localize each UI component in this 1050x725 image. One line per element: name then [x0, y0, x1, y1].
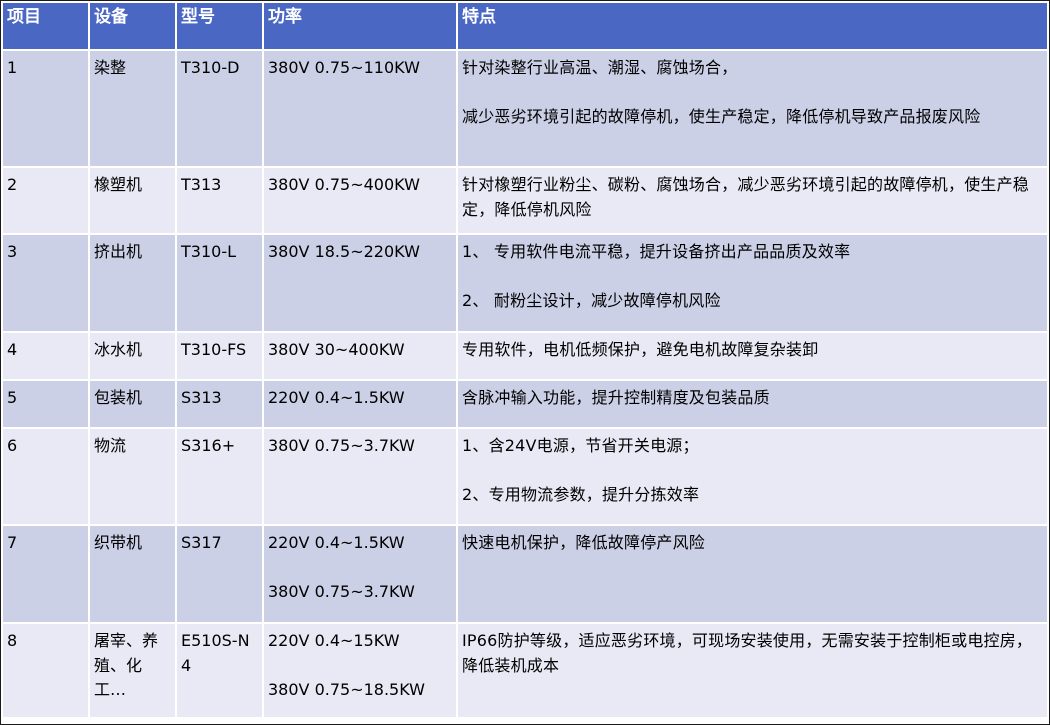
cell-device: 染整 [90, 51, 177, 168]
feature-line: 含脉冲输入功能，提升控制精度及包装品质 [462, 388, 770, 407]
cell-item: 2 [3, 168, 90, 235]
table-row: 4 冰水机 T310-FS 380V 30~400KW 专用软件，电机低频保护，… [3, 333, 1047, 381]
cell-device: 包装机 [90, 381, 177, 429]
cell-device: 冰水机 [90, 333, 177, 381]
feature-line: 专用软件，电机低频保护，避免电机故障复杂装卸 [462, 340, 819, 359]
cell-model: T310-FS [177, 333, 264, 381]
cell-model: S313 [177, 381, 264, 429]
power-line: 220V 0.4~1.5KW [268, 388, 405, 407]
power-line: 380V 0.75~18.5KW [268, 679, 425, 699]
cell-features: 含脉冲输入功能，提升控制精度及包装品质 [458, 381, 1047, 429]
cell-features: 快速电机保护，降低故障停产风险 [458, 526, 1047, 624]
cell-device: 橡塑机 [90, 168, 177, 235]
header-device: 设备 [90, 3, 177, 51]
cell-power: 380V 30~400KW [264, 333, 458, 381]
table-header-row: 项目 设备 型号 功率 特点 [3, 3, 1047, 51]
table-row: 6 物流 S316+ 380V 0.75~3.7KW 1、含24V电源，节省开关… [3, 429, 1047, 526]
table-row: 3 挤出机 T310-L 380V 18.5~220KW 1、 专用软件电流平稳… [3, 235, 1047, 333]
table-row: 1 染整 T310-D 380V 0.75~110KW 针对染整行业高温、潮湿、… [3, 51, 1047, 168]
cell-item: 5 [3, 381, 90, 429]
cell-item: 7 [3, 526, 90, 624]
cell-power: 380V 0.75~400KW [264, 168, 458, 235]
power-line: 380V 0.75~3.7KW [268, 581, 415, 601]
cell-power: 220V 0.4~1.5KW [264, 381, 458, 429]
cell-item: 3 [3, 235, 90, 333]
cell-device: 织带机 [90, 526, 177, 624]
cell-device: 屠宰、养殖、化工… [90, 624, 177, 719]
feature-line: 1、 专用软件电流平稳，提升设备挤出产品品质及效率 [462, 242, 851, 261]
power-line: 380V 30~400KW [268, 340, 405, 359]
header-model: 型号 [177, 3, 264, 51]
cell-model: T313 [177, 168, 264, 235]
feature-line: 2、专用物流参数，提升分拣效率 [462, 484, 700, 504]
cell-power: 380V 0.75~3.7KW [264, 429, 458, 526]
cell-power: 220V 0.4~15KW 380V 0.75~18.5KW [264, 624, 458, 719]
power-line: 380V 0.75~400KW [268, 175, 420, 194]
cell-power: 380V 18.5~220KW [264, 235, 458, 333]
feature-line: 针对橡塑行业粉尘、碳粉、腐蚀场合，减少恶劣环境引起的故障停机，使生产稳定，降低停… [462, 175, 1030, 219]
cell-item: 1 [3, 51, 90, 168]
table-row: 2 橡塑机 T313 380V 0.75~400KW 针对橡塑行业粉尘、碳粉、腐… [3, 168, 1047, 235]
cell-device: 挤出机 [90, 235, 177, 333]
cell-features: IP66防护等级，适应恶劣环境，可现场安装使用，无需安装于控制柜或电控房，降低装… [458, 624, 1047, 719]
cell-item: 8 [3, 624, 90, 719]
power-line: 220V 0.4~1.5KW [268, 533, 405, 552]
feature-line: 快速电机保护，降低故障停产风险 [462, 533, 706, 552]
slide-frame: 项目 设备 型号 功率 特点 1 染整 T310-D 380V 0.75~110… [0, 0, 1050, 725]
cell-features: 针对染整行业高温、潮湿、腐蚀场合， 减少恶劣环境引起的故障停机，使生产稳定，降低… [458, 51, 1047, 168]
product-spec-table: 项目 设备 型号 功率 特点 1 染整 T310-D 380V 0.75~110… [3, 3, 1047, 719]
table-row: 5 包装机 S313 220V 0.4~1.5KW 含脉冲输入功能，提升控制精度… [3, 381, 1047, 429]
cell-item: 4 [3, 333, 90, 381]
power-line: 220V 0.4~15KW [268, 631, 400, 650]
feature-line: IP66防护等级，适应恶劣环境，可现场安装使用，无需安装于控制柜或电控房，降低装… [462, 631, 1033, 675]
header-power: 功率 [264, 3, 458, 51]
feature-line: 1、含24V电源，节省开关电源； [462, 436, 699, 455]
cell-device: 物流 [90, 429, 177, 526]
power-line: 380V 0.75~110KW [268, 58, 420, 77]
cell-power: 380V 0.75~110KW [264, 51, 458, 168]
table-row: 8 屠宰、养殖、化工… E510S-N4 220V 0.4~15KW 380V … [3, 624, 1047, 719]
power-line: 380V 18.5~220KW [268, 242, 420, 261]
cell-item: 6 [3, 429, 90, 526]
cell-model: T310-L [177, 235, 264, 333]
cell-model: T310-D [177, 51, 264, 168]
feature-line: 2、 耐粉尘设计，减少故障停机风险 [462, 290, 721, 310]
cell-features: 针对橡塑行业粉尘、碳粉、腐蚀场合，减少恶劣环境引起的故障停机，使生产稳定，降低停… [458, 168, 1047, 235]
power-line: 380V 0.75~3.7KW [268, 436, 415, 455]
cell-model: E510S-N4 [177, 624, 264, 719]
header-item: 项目 [3, 3, 90, 51]
cell-features: 专用软件，电机低频保护，避免电机故障复杂装卸 [458, 333, 1047, 381]
table-row: 7 织带机 S317 220V 0.4~1.5KW 380V 0.75~3.7K… [3, 526, 1047, 624]
cell-power: 220V 0.4~1.5KW 380V 0.75~3.7KW [264, 526, 458, 624]
header-features: 特点 [458, 3, 1047, 51]
feature-line: 减少恶劣环境引起的故障停机，使生产稳定，降低停机导致产品报废风险 [462, 106, 981, 126]
feature-line: 针对染整行业高温、潮湿、腐蚀场合， [462, 58, 738, 77]
cell-features: 1、 专用软件电流平稳，提升设备挤出产品品质及效率 2、 耐粉尘设计，减少故障停… [458, 235, 1047, 333]
cell-model: S316+ [177, 429, 264, 526]
cell-model: S317 [177, 526, 264, 624]
cell-features: 1、含24V电源，节省开关电源； 2、专用物流参数，提升分拣效率 [458, 429, 1047, 526]
